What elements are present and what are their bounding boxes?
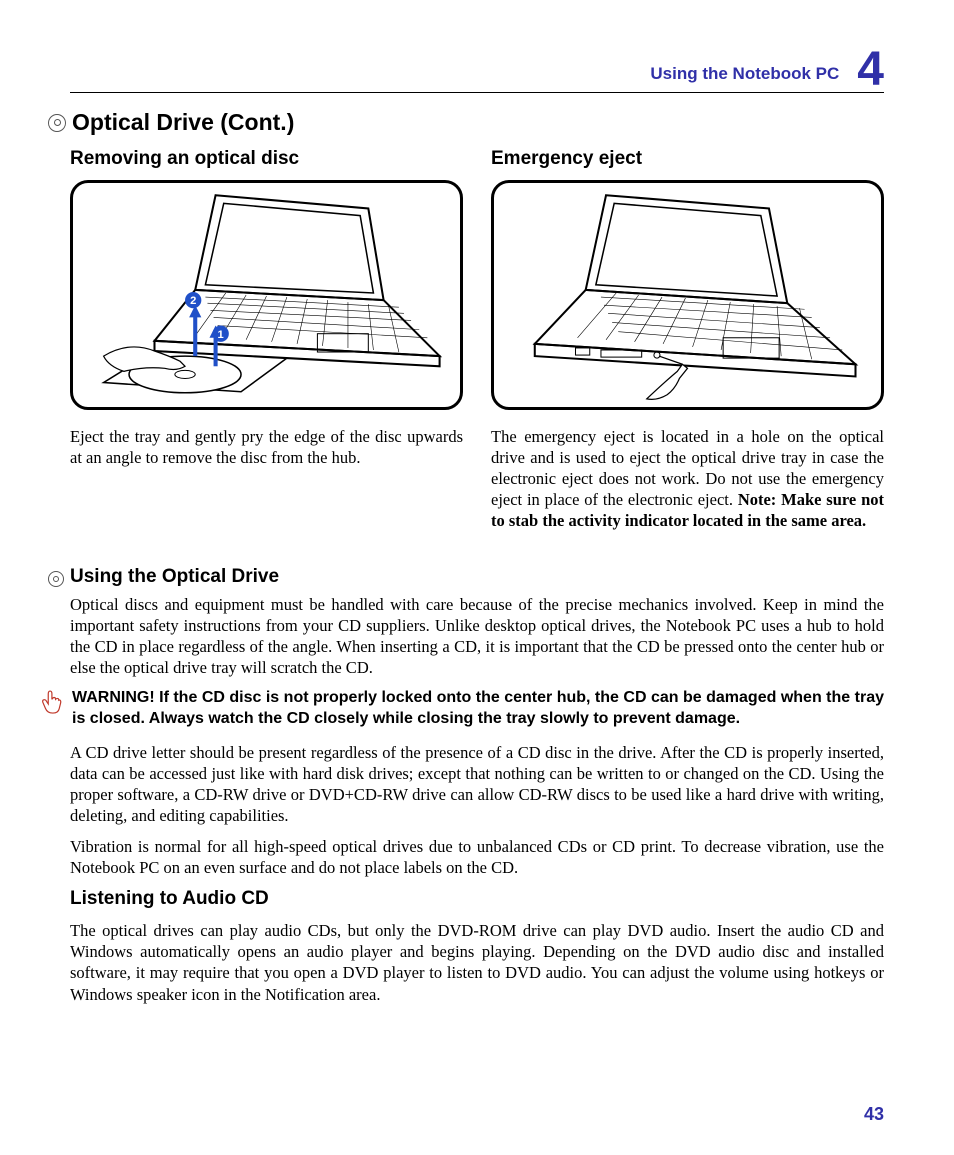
page-header: Using the Notebook PC 4	[70, 40, 884, 93]
hand-warning-icon	[40, 690, 62, 716]
warning-box: WARNING! If the CD disc is not properly …	[40, 688, 884, 730]
disc-icon	[48, 571, 64, 587]
page-number: 43	[864, 1104, 884, 1125]
warning-text: WARNING! If the CD disc is not properly …	[72, 688, 884, 730]
heading-emergency: Emergency eject	[491, 148, 884, 170]
column-emergency: Emergency eject	[491, 148, 884, 542]
section-title: Using the Notebook PC	[650, 64, 839, 84]
heading-using-optical-drive: Using the Optical Drive	[70, 566, 279, 588]
illustration-removing-disc: 1 2	[70, 180, 463, 410]
text-after-warning-1: A CD drive letter should be present rega…	[70, 742, 884, 826]
illustration-emergency-eject	[491, 180, 884, 410]
text-after-warning-2: Vibration is normal for all high-speed o…	[70, 836, 884, 878]
heading-listening: Listening to Audio CD	[70, 888, 884, 910]
column-removing: Removing an optical disc	[70, 148, 463, 542]
text-removing: Eject the tray and gently pry the edge o…	[70, 426, 463, 468]
callout-2: 2	[190, 295, 196, 307]
heading-removing: Removing an optical disc	[70, 148, 463, 170]
text-emergency: The emergency eject is located in a hole…	[491, 426, 884, 532]
chapter-number: 4	[857, 46, 884, 94]
text-listening: The optical drives can play audio CDs, b…	[70, 920, 884, 1004]
callout-1: 1	[218, 329, 224, 341]
text-using-p1: Optical discs and equipment must be hand…	[70, 594, 884, 678]
heading-optical-drive-cont: Optical Drive (Cont.)	[72, 109, 294, 136]
disc-icon	[48, 114, 66, 132]
